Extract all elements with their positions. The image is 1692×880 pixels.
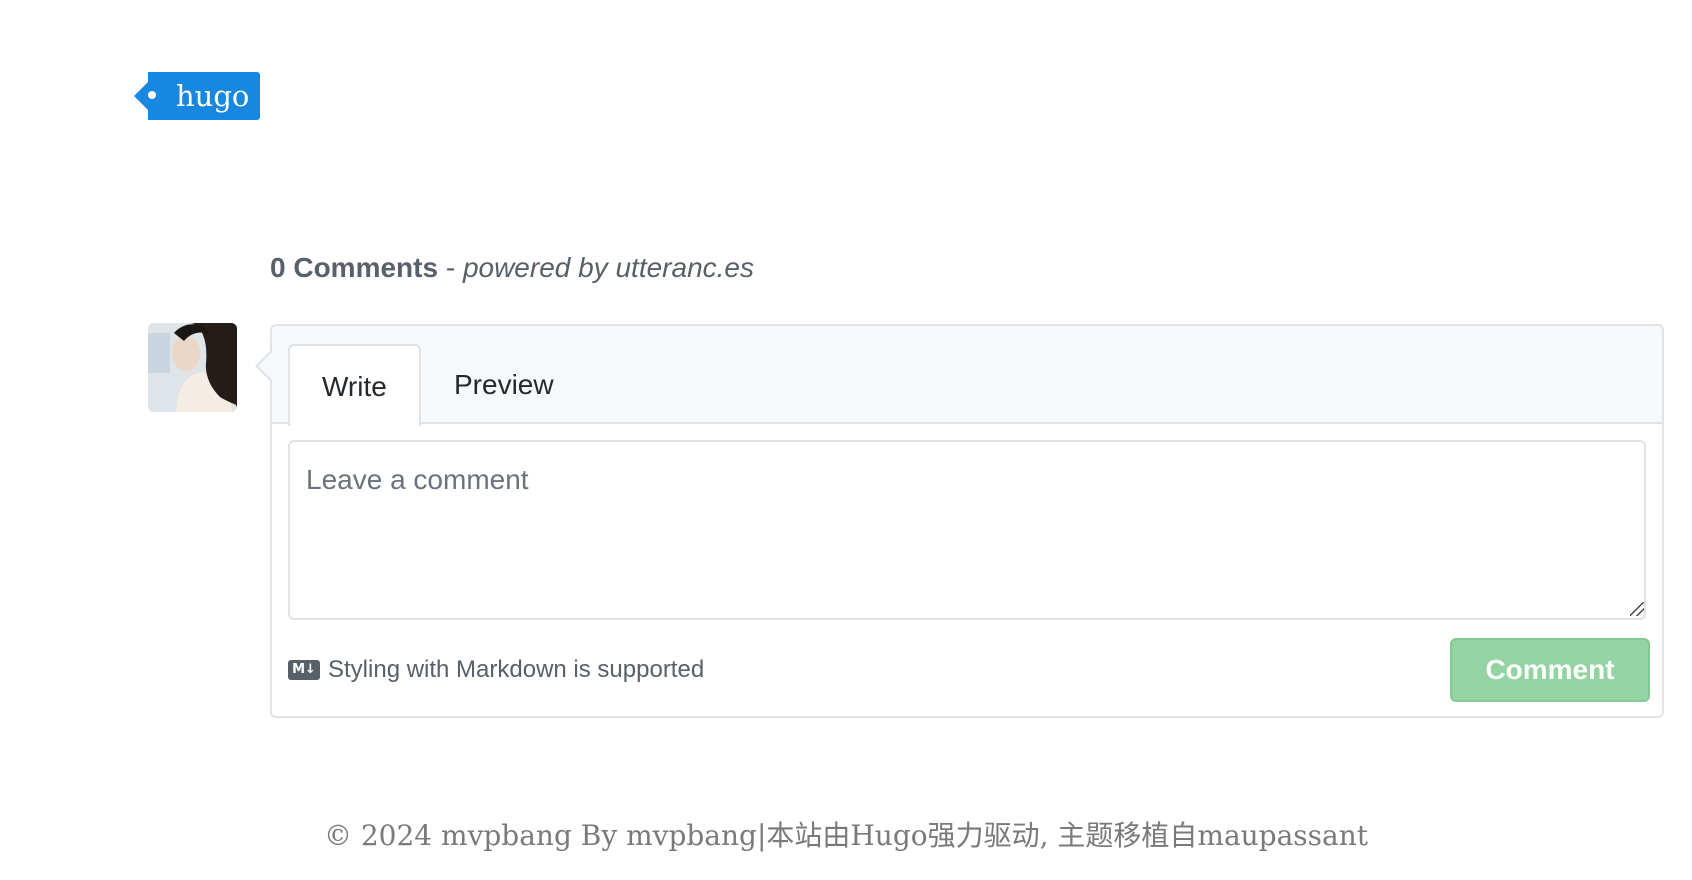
editor-tab-bar: Write Preview xyxy=(272,326,1662,426)
tab-write[interactable]: Write xyxy=(288,344,421,426)
tag-hole-icon xyxy=(148,91,156,99)
comments-header: 0 Comments - powered by utteranc.es xyxy=(270,252,754,284)
footer-copyright: © 2024 mvpbang By mvpbang|本站由Hugo强力驱动, 主… xyxy=(323,819,1369,852)
comment-input[interactable] xyxy=(288,440,1646,620)
tag-label: hugo xyxy=(176,79,250,113)
comment-button[interactable]: Comment xyxy=(1450,638,1650,702)
header-separator: - xyxy=(438,252,463,283)
resize-grip-icon[interactable] xyxy=(1630,602,1644,616)
comment-count: 0 Comments xyxy=(270,252,439,283)
powered-by-label[interactable]: powered by utteranc.es xyxy=(463,252,754,283)
avatar-photo xyxy=(148,323,237,412)
tab-preview[interactable]: Preview xyxy=(422,344,586,426)
markdown-note[interactable]: M↓ Styling with Markdown is supported xyxy=(288,656,704,684)
avatar[interactable] xyxy=(148,323,237,412)
markdown-icon: M↓ xyxy=(288,660,320,680)
markdown-note-label: Styling with Markdown is supported xyxy=(328,656,705,683)
comment-editor: Write Preview M↓ Styling with Markdown i… xyxy=(255,324,1664,718)
tag-hugo[interactable]: hugo xyxy=(134,72,260,120)
